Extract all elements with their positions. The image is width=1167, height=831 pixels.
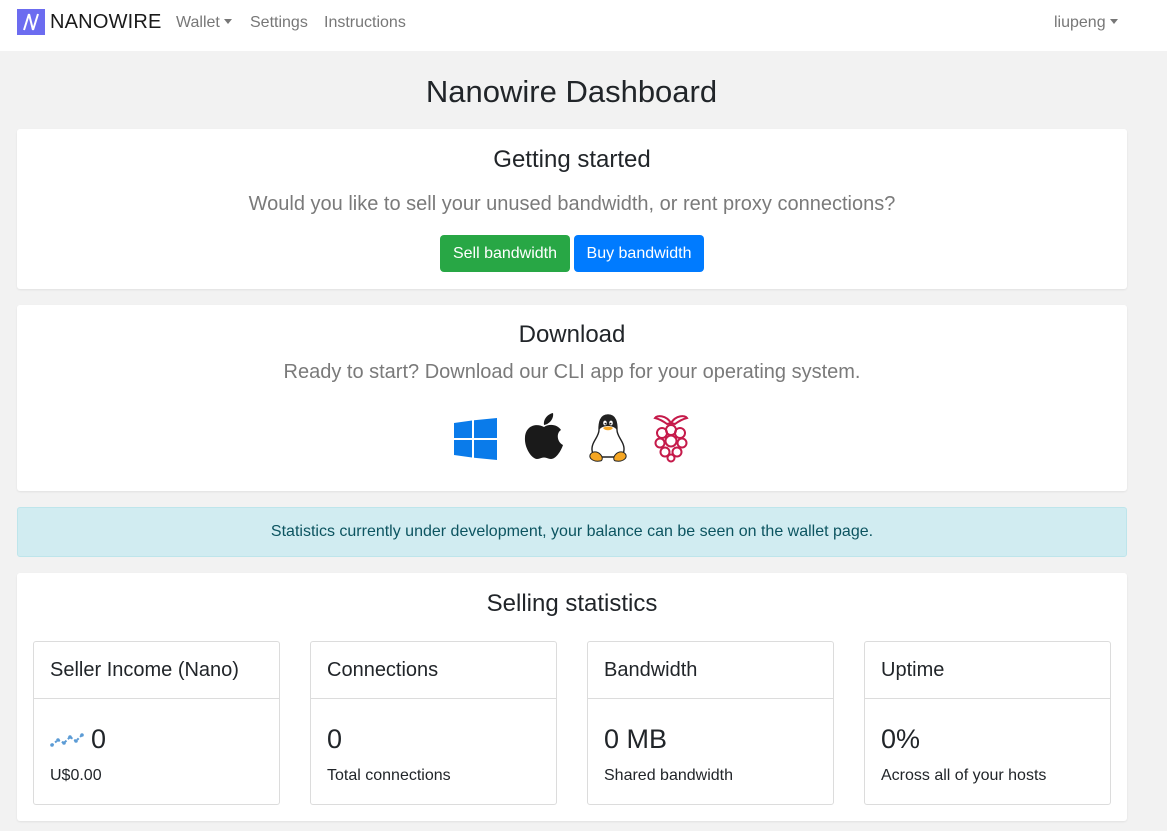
stat-card-seller-income: Seller Income (Nano) 0 U$0.00	[33, 641, 280, 805]
trend-chart-icon	[50, 732, 84, 747]
getting-started-title: Getting started	[493, 146, 651, 173]
download-card: Download Ready to start? Download our CL…	[17, 305, 1127, 491]
user-name: liupeng	[1054, 14, 1106, 31]
stat-label: Shared bandwidth	[604, 767, 733, 784]
nav-wallet-dropdown[interactable]: Wallet	[176, 14, 232, 32]
stat-value: 0 MB	[604, 724, 667, 755]
getting-started-subtitle: Would you like to sell your unused bandw…	[248, 193, 896, 215]
uptime-value: 0%	[881, 724, 921, 754]
user-menu-dropdown[interactable]: liupeng	[1054, 14, 1118, 32]
nav-instructions[interactable]: Instructions	[324, 14, 406, 32]
brand-name: NANOWIRE	[50, 10, 162, 33]
nav-settings[interactable]: Settings	[250, 14, 308, 32]
brand-link[interactable]: NANOWIRE	[17, 9, 162, 35]
stat-value: 0	[327, 724, 342, 755]
stat-header: Bandwidth	[588, 642, 833, 699]
nanowire-logo-icon	[17, 9, 45, 35]
stat-label: U$0.00	[50, 767, 102, 784]
stat-label: Total connections	[327, 767, 451, 784]
stat-card-bandwidth: Bandwidth 0 MB Shared bandwidth	[587, 641, 834, 805]
apple-icon[interactable]	[523, 413, 565, 461]
seller-income-value: 0	[91, 724, 107, 754]
getting-started-card: Getting started Would you like to sell y…	[17, 129, 1127, 289]
caret-down-icon	[1109, 19, 1118, 24]
stat-card-connections: Connections 0 Total connections	[310, 641, 557, 805]
raspberry-pi-icon[interactable]	[651, 413, 691, 463]
stat-value: 0	[50, 724, 106, 755]
selling-statistics-title: Selling statistics	[486, 590, 658, 617]
stat-label: Across all of your hosts	[881, 767, 1047, 784]
nav-wallet-label: Wallet	[176, 14, 220, 31]
download-subtitle: Ready to start? Download our CLI app for…	[283, 361, 861, 383]
statistics-info-alert: Statistics currently under development, …	[17, 507, 1127, 557]
alert-text: Statistics currently under development, …	[270, 523, 874, 540]
caret-down-icon	[223, 19, 232, 24]
stat-header: Seller Income (Nano)	[34, 642, 279, 699]
stat-card-uptime: Uptime 0% Across all of your hosts	[864, 641, 1111, 805]
windows-icon[interactable]	[454, 418, 497, 460]
top-navbar: NANOWIRE Wallet Settings Instructions li…	[0, 0, 1167, 51]
page-title: Nanowire Dashboard	[425, 74, 718, 109]
linux-icon[interactable]	[586, 413, 630, 463]
sell-bandwidth-button[interactable]: Sell bandwidth	[440, 235, 570, 272]
stat-header: Uptime	[865, 642, 1110, 699]
connections-value: 0	[327, 724, 343, 754]
bandwidth-value: 0 MB	[604, 724, 668, 754]
download-title: Download	[518, 321, 626, 348]
buy-bandwidth-button[interactable]: Buy bandwidth	[574, 235, 704, 272]
stat-value: 0%	[881, 724, 920, 755]
stat-header: Connections	[311, 642, 556, 699]
